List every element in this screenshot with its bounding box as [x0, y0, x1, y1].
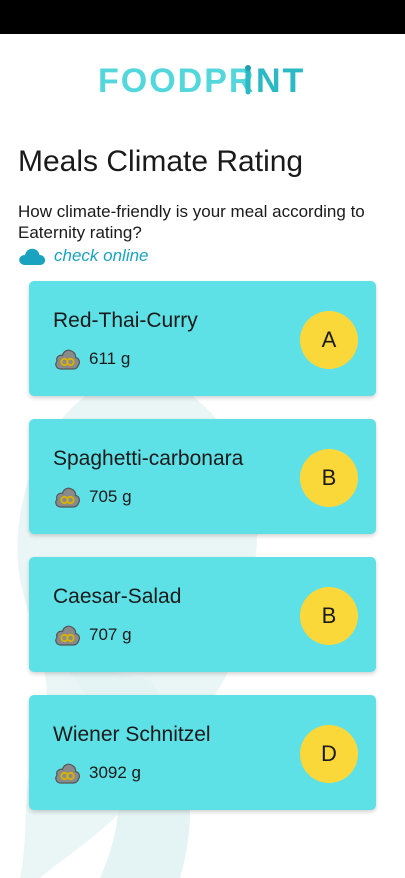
- co2-cloud-icon: [55, 625, 80, 646]
- cloud-icon: [19, 248, 46, 265]
- climate-grade-badge: B: [300, 449, 358, 507]
- co2-value: 611 g: [89, 349, 131, 368]
- co2-cloud-icon: [55, 349, 80, 370]
- co2-cloud-icon: [55, 763, 80, 784]
- meal-card[interactable]: Red-Thai-Curry 611 g A: [29, 281, 376, 396]
- co2-value: 3092 g: [89, 763, 141, 782]
- meal-list: Red-Thai-Curry 611 g A Spaghetti-carbona…: [29, 281, 376, 833]
- status-bar: [0, 0, 405, 34]
- meal-name: Wiener Schnitzel: [53, 723, 211, 746]
- meal-co2: 611 g: [53, 345, 130, 373]
- climate-grade-badge: A: [300, 311, 358, 369]
- co2-cloud-icon: [55, 487, 80, 508]
- svg-text:FOODPR: FOODPR: [98, 62, 255, 100]
- page-title: Meals Climate Rating: [18, 145, 304, 178]
- climate-grade-badge: B: [300, 587, 358, 645]
- page-subtitle: How climate-friendly is your meal accord…: [18, 202, 365, 242]
- meal-co2: 705 g: [53, 483, 132, 511]
- foodprint-logo: FOODPR NT: [98, 62, 305, 100]
- meal-card[interactable]: Spaghetti-carbonara 705 g B: [29, 419, 376, 534]
- meal-name: Red-Thai-Curry: [53, 309, 198, 332]
- meal-co2: 3092 g: [53, 759, 141, 787]
- svg-text:NT: NT: [256, 62, 305, 100]
- meal-co2: 707 g: [53, 621, 132, 649]
- meal-name: Caesar-Salad: [53, 585, 182, 608]
- meal-card[interactable]: Caesar-Salad 707 g B: [29, 557, 376, 672]
- check-online-label: check online: [54, 246, 149, 265]
- co2-value: 707 g: [89, 625, 132, 644]
- co2-value: 705 g: [89, 487, 132, 506]
- check-online-link[interactable]: check online: [18, 246, 149, 266]
- climate-grade-badge: D: [300, 725, 358, 783]
- meal-name: Spaghetti-carbonara: [53, 447, 244, 470]
- meal-card[interactable]: Wiener Schnitzel 3092 g D: [29, 695, 376, 810]
